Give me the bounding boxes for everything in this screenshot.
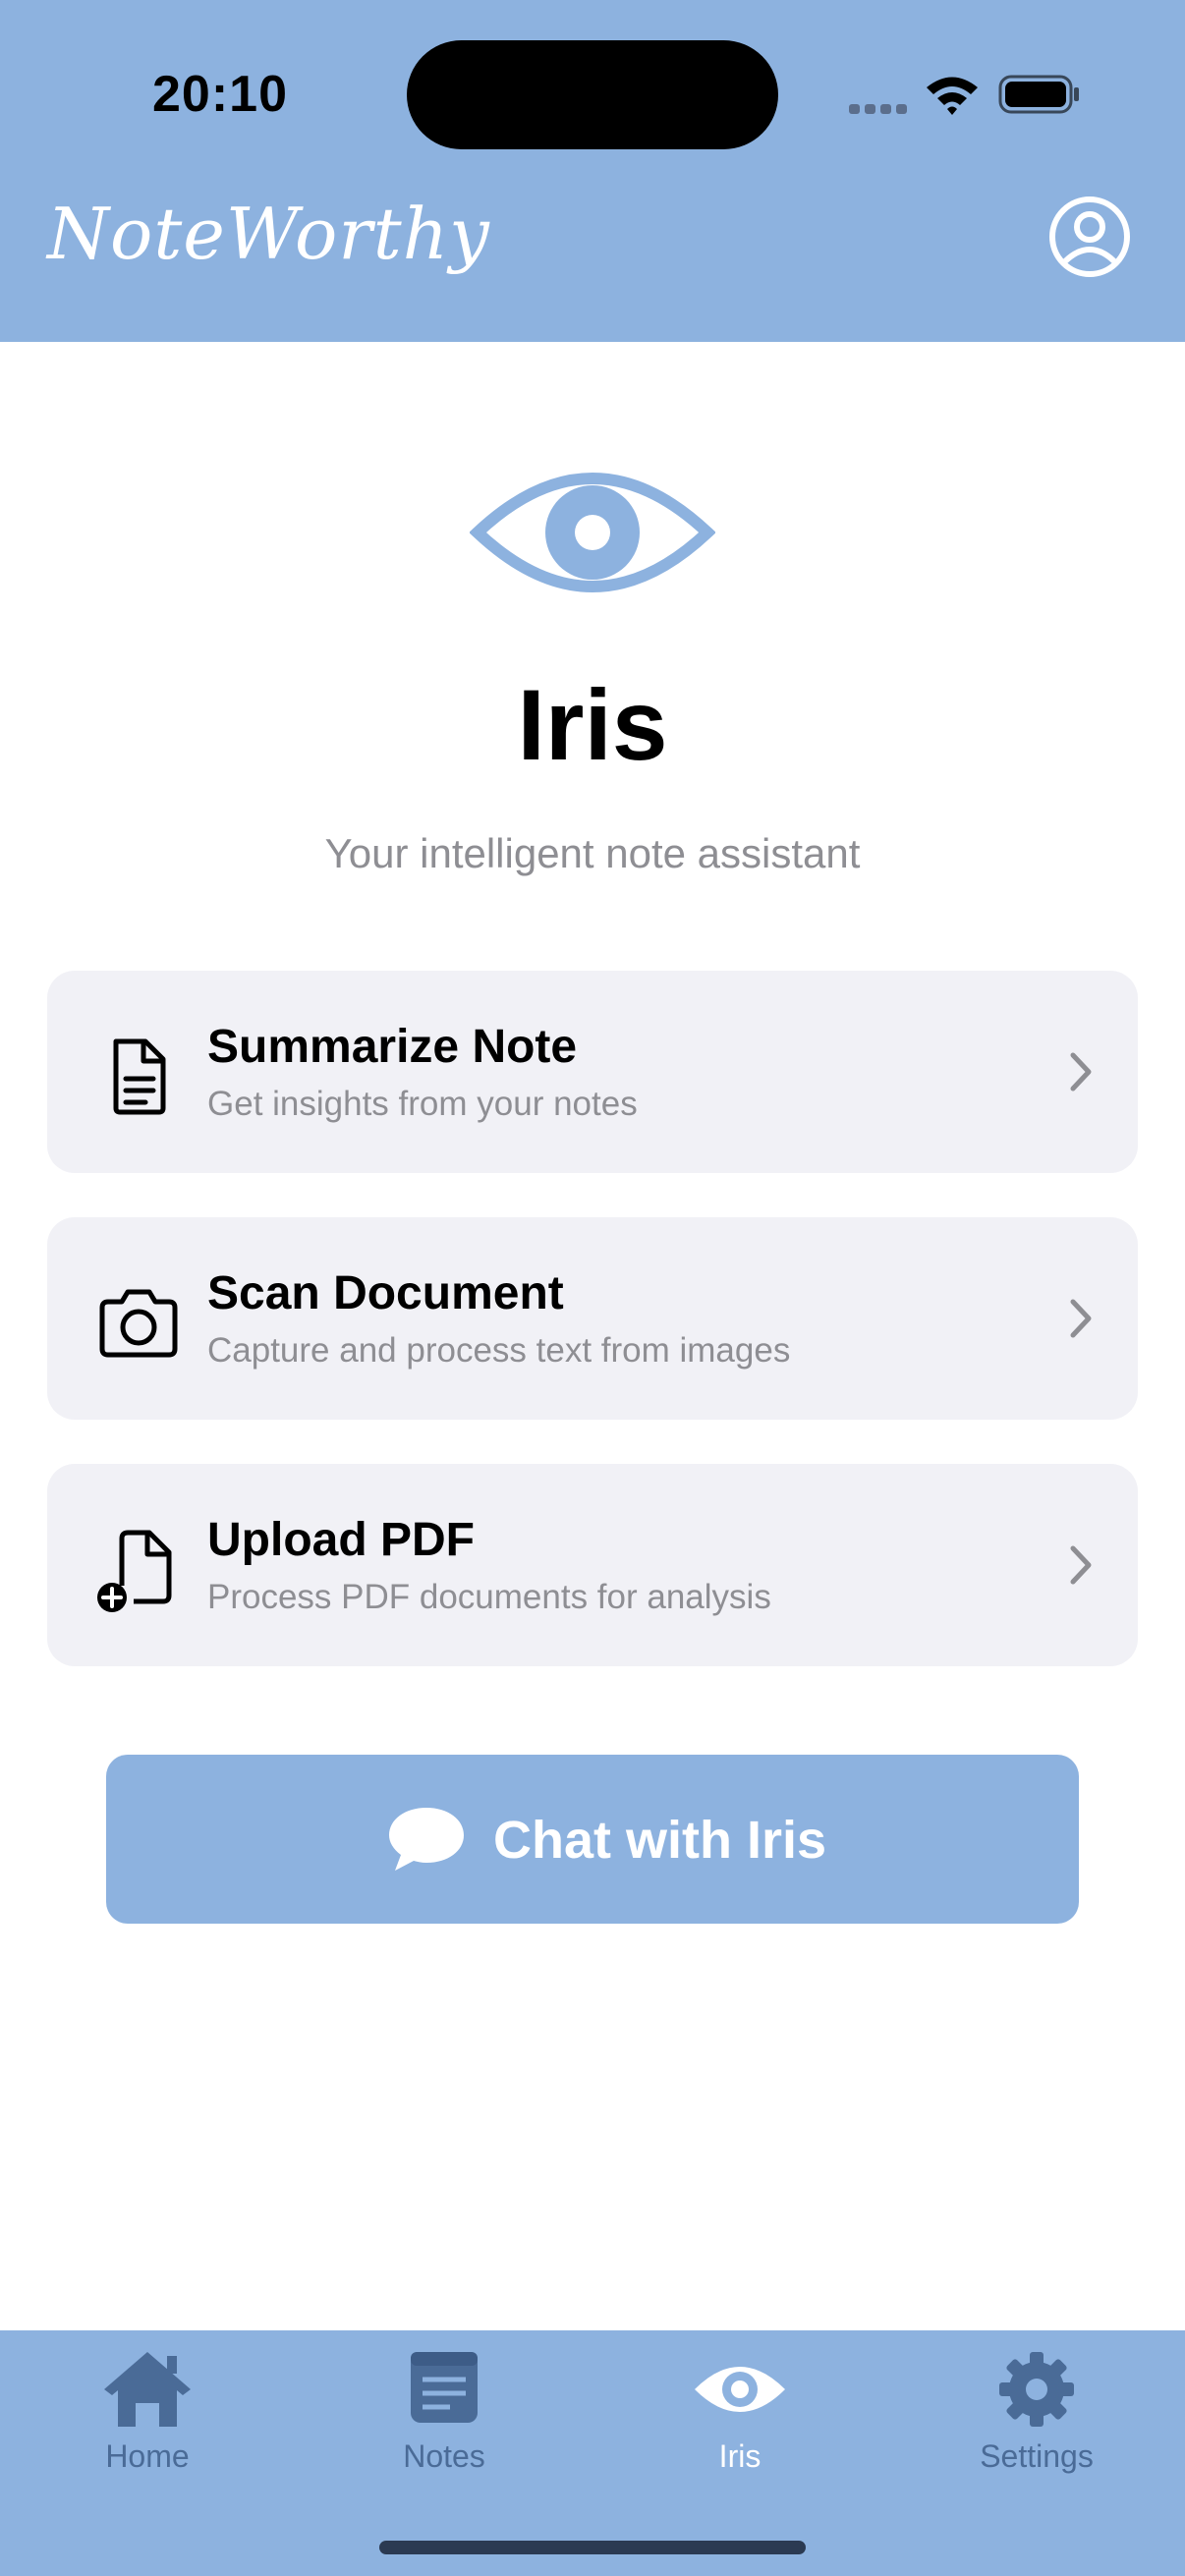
- chevron-right-icon: [1070, 1052, 1092, 1092]
- app-title: NoteWorthy: [47, 193, 490, 275]
- notes-icon: [411, 2352, 478, 2423]
- chat-button-label: Chat with Iris: [493, 1811, 827, 1870]
- document-text-icon: [113, 1038, 166, 1115]
- tab-notes[interactable]: Notes: [336, 2330, 552, 2497]
- status-time: 20:10: [152, 66, 288, 123]
- chat-bubble-icon: [389, 1808, 464, 1871]
- card-title: Upload PDF: [207, 1514, 475, 1566]
- cellular-signal-icon: [849, 104, 907, 114]
- app-header: 20:10 NoteWorthy: [0, 0, 1185, 342]
- tab-home[interactable]: Home: [39, 2330, 255, 2497]
- chevron-right-icon: [1070, 1545, 1092, 1585]
- summarize-note-card[interactable]: Summarize Note Get insights from your no…: [47, 971, 1138, 1173]
- person-circle-icon: [1049, 196, 1130, 277]
- card-title: Summarize Note: [207, 1021, 578, 1073]
- card-title: Scan Document: [207, 1267, 564, 1319]
- card-description: Capture and process text from images: [207, 1331, 791, 1370]
- tab-bar: Home Notes Iris Settings: [0, 2330, 1185, 2576]
- scan-document-card[interactable]: Scan Document Capture and process text f…: [47, 1217, 1138, 1420]
- home-indicator: [379, 2541, 806, 2554]
- profile-button[interactable]: [1047, 195, 1132, 279]
- tab-label: Notes: [403, 2438, 485, 2474]
- chevron-right-icon: [1070, 1299, 1092, 1338]
- eye-icon: [695, 2367, 785, 2412]
- tab-label: Home: [105, 2438, 190, 2474]
- camera-icon: [99, 1289, 178, 1358]
- tab-label: Settings: [980, 2438, 1094, 2474]
- eye-icon: [470, 473, 715, 592]
- hero-title: Iris: [517, 669, 668, 781]
- battery-icon: [998, 75, 1079, 114]
- dynamic-island: [407, 40, 778, 149]
- wifi-icon: [927, 77, 978, 115]
- card-description: Process PDF documents for analysis: [207, 1578, 771, 1616]
- card-description: Get insights from your notes: [207, 1085, 638, 1123]
- chat-with-iris-button[interactable]: Chat with Iris: [106, 1755, 1079, 1924]
- document-add-icon: [97, 1530, 172, 1612]
- tab-label: Iris: [718, 2438, 762, 2474]
- gear-icon: [999, 2352, 1074, 2427]
- iris-screen: 20:10 NoteWorthy Iris Your intelligent n…: [0, 0, 1185, 2576]
- house-icon: [104, 2352, 191, 2427]
- tab-settings[interactable]: Settings: [929, 2330, 1145, 2497]
- tab-iris[interactable]: Iris: [632, 2330, 848, 2497]
- upload-pdf-card[interactable]: Upload PDF Process PDF documents for ana…: [47, 1464, 1138, 1666]
- hero-subtitle: Your intelligent note assistant: [324, 830, 861, 876]
